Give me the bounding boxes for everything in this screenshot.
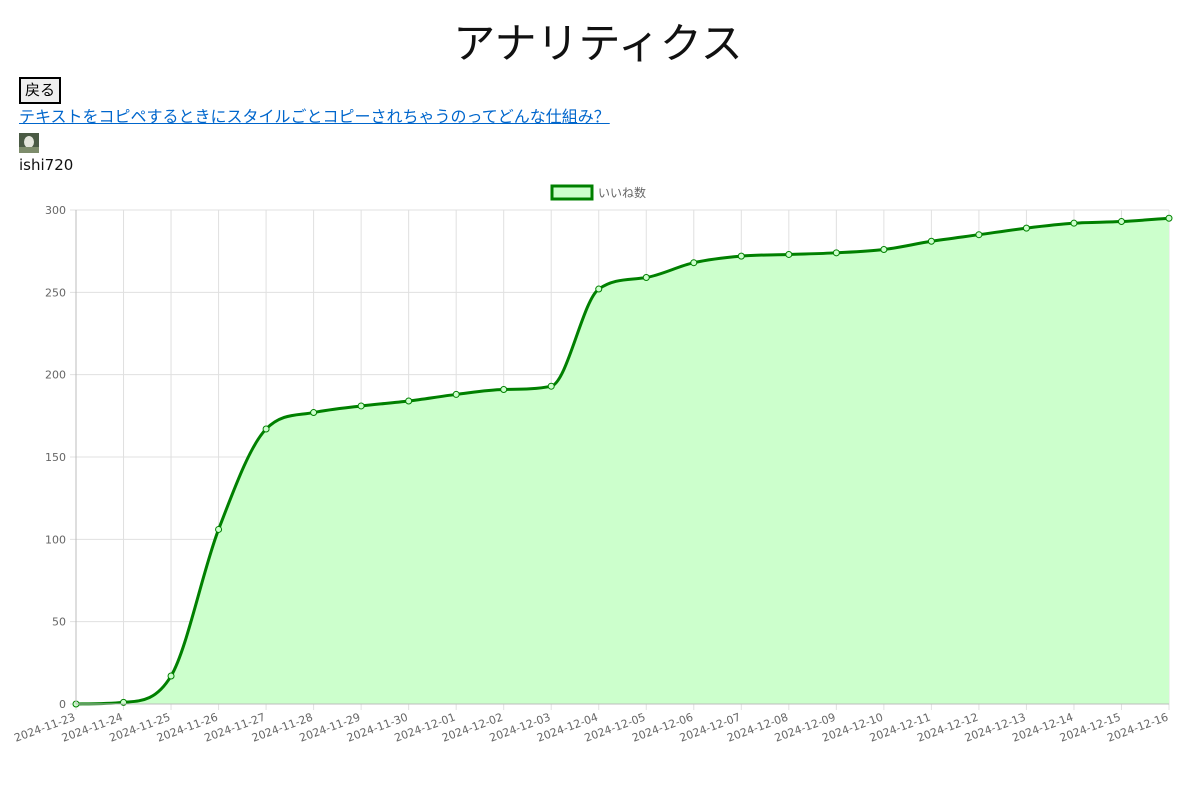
- y-tick-label: 0: [59, 698, 66, 711]
- data-point[interactable]: [642, 274, 650, 282]
- data-point[interactable]: [1117, 218, 1125, 226]
- data-point[interactable]: [500, 385, 508, 393]
- data-point[interactable]: [737, 252, 745, 260]
- data-point[interactable]: [547, 382, 555, 390]
- username: ishi720: [19, 156, 74, 174]
- data-point[interactable]: [167, 672, 175, 680]
- data-point[interactable]: [405, 397, 413, 405]
- data-point[interactable]: [975, 231, 983, 239]
- article-link[interactable]: テキストをコピペするときにスタイルごとコピーされちゃうのってどんな仕組み？: [19, 107, 610, 127]
- data-point[interactable]: [1165, 214, 1173, 222]
- avatar-image-icon: [19, 133, 39, 153]
- y-tick-label: 150: [45, 451, 66, 464]
- data-point[interactable]: [785, 250, 793, 258]
- chart-area-layer: [76, 218, 1169, 704]
- legend-swatch[interactable]: [550, 184, 594, 201]
- data-point[interactable]: [927, 237, 935, 245]
- data-point[interactable]: [690, 259, 698, 267]
- y-tick-label: 300: [45, 204, 66, 217]
- chart-svg: 0501001502002503002024-11-232024-11-2420…: [12, 184, 1173, 745]
- data-point[interactable]: [880, 246, 888, 254]
- avatar: [19, 133, 39, 153]
- data-point[interactable]: [1022, 224, 1030, 232]
- y-tick-label: 250: [45, 286, 66, 299]
- data-point[interactable]: [262, 425, 270, 433]
- data-point[interactable]: [215, 525, 223, 533]
- data-point[interactable]: [595, 285, 603, 293]
- data-point[interactable]: [357, 402, 365, 410]
- y-tick-label: 50: [52, 616, 66, 629]
- legend-label[interactable]: いいね数: [598, 185, 646, 200]
- likes-chart: 0 50 100 150 200 250 300 2024-11-23 2024-11-24 20…: [0, 178, 1196, 798]
- data-point[interactable]: [310, 409, 318, 417]
- data-point[interactable]: [1070, 219, 1078, 227]
- data-point[interactable]: [452, 390, 460, 398]
- series-area-fill: [76, 218, 1169, 704]
- y-tick-label: 200: [45, 369, 66, 382]
- y-tick-label: 100: [45, 533, 66, 546]
- chart-legend[interactable]: いいね数: [550, 184, 646, 201]
- data-point[interactable]: [832, 249, 840, 257]
- page-title: アナリティクス: [453, 19, 743, 68]
- back-button[interactable]: 戻る: [19, 77, 62, 104]
